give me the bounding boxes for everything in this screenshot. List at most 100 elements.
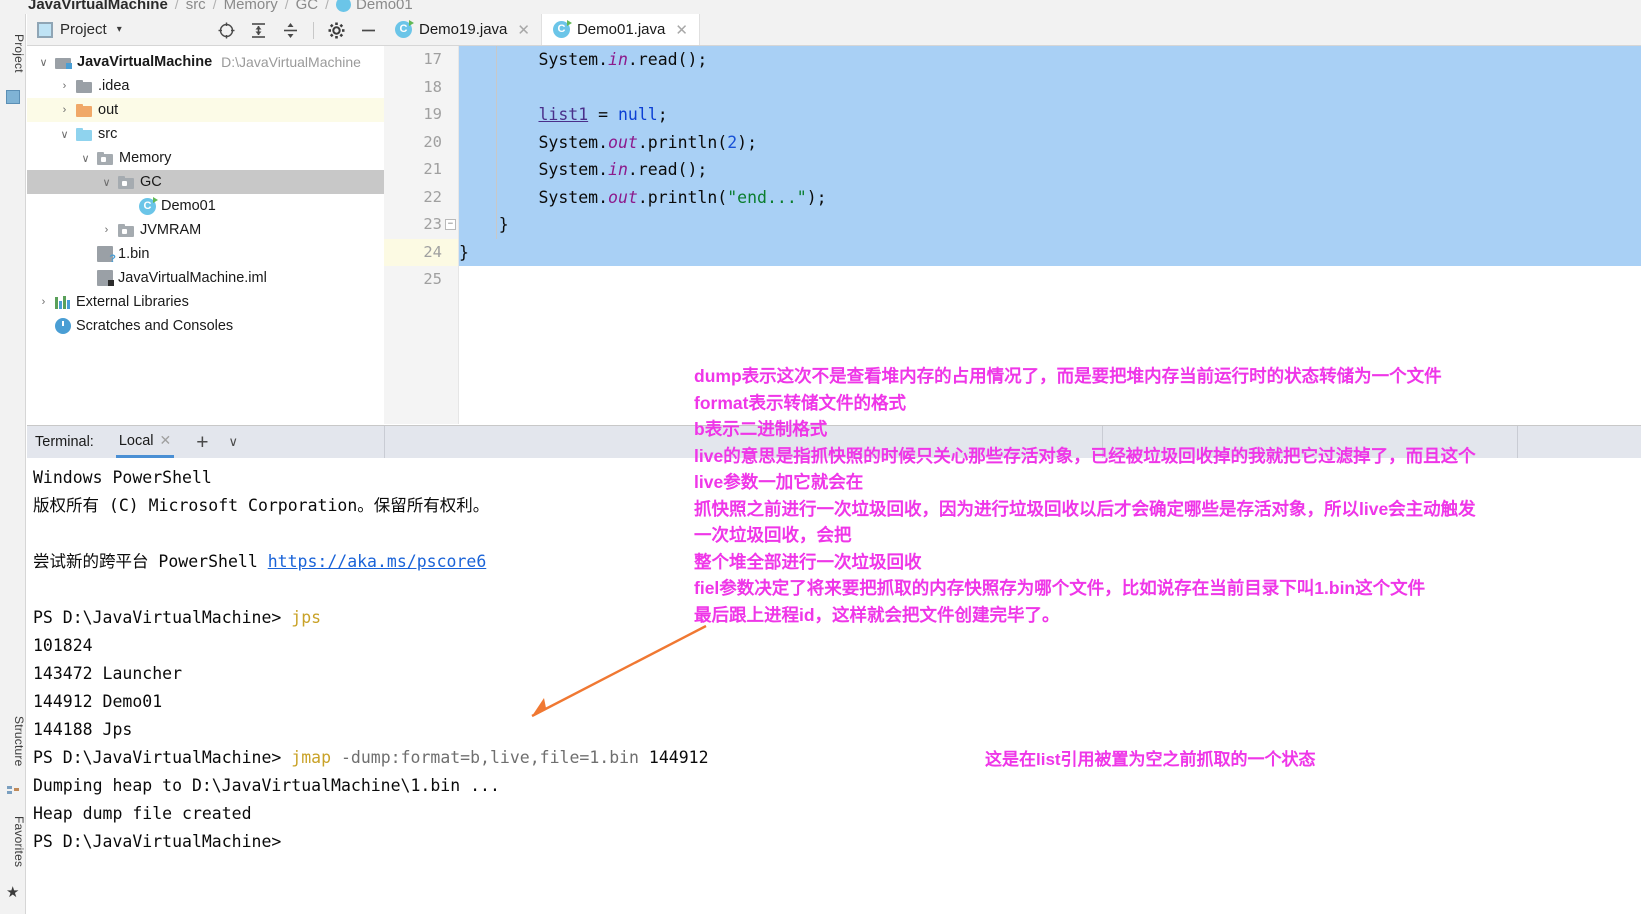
tree-item-label: 1.bin: [118, 246, 150, 262]
breadcrumb-item-0[interactable]: JavaVirtualMachine: [28, 0, 168, 13]
chevron-right-icon[interactable]: ›: [58, 104, 71, 116]
breadcrumb-item-4[interactable]: Demo01: [356, 0, 413, 13]
tool-tab-project[interactable]: Project: [0, 20, 26, 86]
tool-tab-favorites[interactable]: Favorites: [0, 804, 26, 880]
terminal-line: 144912 Demo01: [33, 692, 163, 711]
tool-tab-structure[interactable]: Structure: [0, 704, 26, 778]
chevron-right-icon[interactable]: ›: [37, 296, 50, 308]
tree-item-label: Scratches and Consoles: [76, 318, 234, 334]
terminal-line: Windows PowerShell: [33, 468, 212, 487]
close-icon[interactable]: ✕: [675, 21, 688, 39]
project-title-box[interactable]: Project ▾: [27, 21, 122, 38]
settings-gear-icon[interactable]: [327, 21, 346, 40]
line-number-23: 23−: [384, 211, 458, 239]
editor-tab-label: Demo19.java: [419, 21, 508, 38]
tree-item-gc[interactable]: ∨ GC: [27, 170, 384, 194]
fold-marker-icon[interactable]: −: [445, 219, 456, 230]
breadcrumb: JavaVirtualMachine / src / Memory / GC /…: [0, 0, 1641, 14]
code-line-17[interactable]: System.in.read();: [459, 46, 1641, 74]
tree-item-scratches-and-consoles[interactable]: Scratches and Consoles: [27, 314, 384, 338]
breadcrumb-item-3[interactable]: GC: [296, 0, 319, 13]
collapse-all-icon[interactable]: [281, 21, 300, 40]
code-line-23[interactable]: }: [459, 211, 1641, 239]
chevron-down-icon[interactable]: ∨: [79, 152, 92, 165]
project-toolbar: Project ▾: [27, 14, 384, 46]
code-line-20[interactable]: System.out.println(2);: [459, 129, 1641, 157]
terminal-line: 144188 Jps: [33, 720, 133, 739]
chevron-down-icon[interactable]: ∨: [229, 434, 239, 450]
tree-item-src[interactable]: ∨ src: [27, 122, 384, 146]
tree-item-label: JVMRAM: [140, 222, 202, 238]
tree-item-label: .idea: [98, 78, 130, 94]
left-tool-strip: Project Structure Favorites ★: [0, 14, 26, 914]
terminal-line: 尝试新的跨平台 PowerShell https://aka.ms/pscore…: [33, 548, 1641, 576]
breadcrumb-item-2[interactable]: Memory: [224, 0, 278, 13]
close-icon[interactable]: ✕: [160, 432, 172, 449]
code-lines[interactable]: System.in.read(); list1 = null; System.o…: [459, 46, 1641, 424]
expand-all-icon[interactable]: [249, 21, 268, 40]
terminal-prompt: PS D:\JavaVirtualMachine>: [33, 748, 282, 767]
terminal-output[interactable]: Windows PowerShell 版权所有 (C) Microsoft Co…: [27, 458, 1641, 914]
chevron-right-icon[interactable]: ›: [100, 224, 113, 236]
breadcrumb-item-1[interactable]: src: [186, 0, 206, 13]
chevron-down-icon[interactable]: ∨: [37, 56, 50, 69]
tree-item-label: JavaVirtualMachine: [77, 54, 213, 70]
editor-tab-demo19-java[interactable]: C Demo19.java ✕: [384, 14, 542, 45]
package-icon: [118, 175, 135, 189]
line-number-gutter: 17 18 19 20 21 22 23−24 25: [384, 46, 459, 424]
tree-item-memory[interactable]: ∨ Memory: [27, 146, 384, 170]
line-number-22: 22: [423, 187, 442, 206]
code-line-19[interactable]: list1 = null;: [459, 101, 1641, 129]
line-number-20: 20: [423, 132, 442, 151]
breadcrumb-separator: /: [212, 0, 217, 12]
java-class-icon: [336, 0, 352, 12]
close-icon[interactable]: ✕: [517, 21, 530, 39]
project-tree[interactable]: ∨ JavaVirtualMachine D:\JavaVirtualMachine…: [27, 46, 384, 424]
project-icon: [37, 21, 53, 38]
editor-tab-bar[interactable]: C Demo19.java ✕ C Demo01.java ✕: [384, 14, 1641, 46]
java-class-icon: C: [139, 196, 158, 215]
tree-item-javavirtualmachine-iml[interactable]: JavaVirtualMachine.iml: [27, 266, 384, 290]
line-number-19: 19: [423, 105, 442, 123]
tree-item-1-bin[interactable]: ? 1.bin: [27, 242, 384, 266]
terminal-command-jmap: jmap: [291, 748, 332, 767]
tree-item-javavirtualmachine[interactable]: ∨ JavaVirtualMachine D:\JavaVirtualMachine: [27, 50, 384, 74]
tree-item-label: External Libraries: [76, 294, 189, 310]
terminal-line: PS D:\JavaVirtualMachine> jps: [33, 604, 1641, 632]
editor-tab-demo01-java[interactable]: C Demo01.java ✕: [541, 14, 700, 45]
add-terminal-button[interactable]: +: [196, 432, 208, 453]
tree-item-jvmram[interactable]: › JVMRAM: [27, 218, 384, 242]
tree-item--idea[interactable]: › .idea: [27, 74, 384, 98]
tree-item-out[interactable]: › out: [27, 98, 384, 122]
tree-item-label: Memory: [119, 150, 172, 166]
pscore6-link[interactable]: https://aka.ms/pscore6: [268, 552, 487, 571]
terminal-panel: Terminal: Local ✕ + ∨ Windows PowerShell…: [27, 425, 1641, 914]
tree-item-demo01[interactable]: C Demo01: [27, 194, 384, 218]
breadcrumb-separator: /: [174, 0, 179, 12]
chevron-right-icon[interactable]: ›: [58, 80, 71, 92]
project-toolbar-icons: [217, 14, 378, 46]
tree-item-external-libraries[interactable]: › External Libraries: [27, 290, 384, 314]
chevron-down-icon[interactable]: ∨: [58, 128, 71, 141]
code-line-22[interactable]: System.out.println("end...");: [459, 184, 1641, 212]
locate-icon[interactable]: [217, 21, 236, 40]
terminal-line: 101824: [33, 636, 93, 655]
line-number-18: 18: [423, 77, 442, 96]
code-line-21[interactable]: System.in.read();: [459, 156, 1641, 184]
package-icon: [118, 223, 135, 237]
chevron-down-icon[interactable]: ▾: [117, 24, 122, 35]
terminal-tab-local[interactable]: Local ✕: [115, 426, 175, 458]
star-icon: ★: [6, 884, 20, 901]
code-line-18[interactable]: [459, 74, 1641, 102]
code-line-25[interactable]: [459, 266, 1641, 294]
terminal-line: 143472 Launcher: [33, 664, 183, 683]
line-number-25: 25: [423, 270, 442, 288]
tree-item-label: out: [98, 102, 119, 118]
hide-panel-icon[interactable]: [359, 21, 378, 40]
project-icon: [6, 90, 20, 104]
code-line-24[interactable]: }: [459, 239, 1641, 267]
chevron-down-icon[interactable]: ∨: [100, 176, 113, 189]
code-area[interactable]: 17 18 19 20 21 22 23−24 25 System.in.read(); li…: [384, 46, 1641, 424]
